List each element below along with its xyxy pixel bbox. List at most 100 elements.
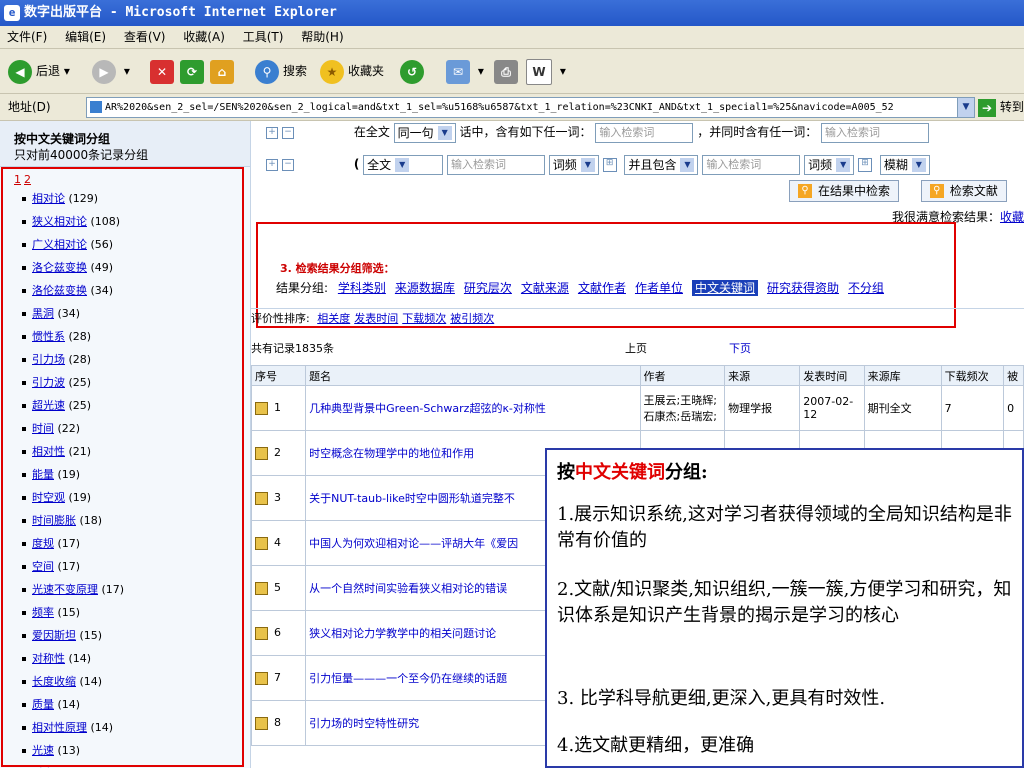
keyword-page-link[interactable]: 1 <box>14 173 21 186</box>
keyword-link[interactable]: 频率 <box>32 606 54 619</box>
sort-link[interactable]: 被引频次 <box>450 312 494 325</box>
star-icon: ★ <box>320 59 344 84</box>
group-by-link[interactable]: 来源数据库 <box>395 281 455 295</box>
keyword-link[interactable]: 广义相对论 <box>32 238 87 251</box>
frequency-select-2[interactable]: 词频 ▼ <box>804 154 855 175</box>
group-by-link[interactable]: 不分组 <box>848 281 884 295</box>
keyword-link[interactable]: 相对性 <box>32 445 65 458</box>
keyword-link[interactable]: 空间 <box>32 560 54 573</box>
keyword-link[interactable]: 对称性 <box>32 652 65 665</box>
field-input-2[interactable]: 输入检索词 <box>702 154 801 175</box>
document-icon[interactable] <box>255 581 268 595</box>
address-input[interactable]: AR%2020&sen_2_sel=/SEN%2020&sen_2_logica… <box>86 97 958 118</box>
group-by-link[interactable]: 中文关键词 <box>691 280 758 296</box>
group-by-link[interactable]: 学科类别 <box>338 281 386 295</box>
keyword-link[interactable]: 狭义相对论 <box>32 215 87 228</box>
keyword-link[interactable]: 爱因斯坦 <box>32 629 76 642</box>
search-documents-button[interactable]: ⚲ 检索文献 <box>920 179 1007 202</box>
freq-toggle-icon[interactable]: ⊞ <box>602 157 617 172</box>
keyword-page-link[interactable]: 2 <box>24 173 31 186</box>
keyword-link[interactable]: 引力波 <box>32 376 65 389</box>
address-dropdown[interactable]: ▼ <box>957 97 975 118</box>
menu-favorites[interactable]: 收藏(A) <box>183 30 225 44</box>
keyword-link[interactable]: 时空观 <box>32 491 65 504</box>
keyword-link[interactable]: 能量 <box>32 468 54 481</box>
refresh-button[interactable]: ⟳ <box>180 57 208 85</box>
add-row-icon[interactable]: + <box>266 158 278 171</box>
edit-button[interactable]: W ▾ <box>526 57 566 85</box>
menu-view[interactable]: 查看(V) <box>124 30 166 44</box>
keyword-link[interactable]: 质量 <box>32 698 54 711</box>
menu-file[interactable]: 文件(F) <box>7 30 47 44</box>
group-by-link[interactable]: 作者单位 <box>635 281 683 295</box>
sentence-scope-select[interactable]: 同一句 ▼ <box>393 122 456 143</box>
keyword-link[interactable]: 黑洞 <box>32 307 54 320</box>
column-header[interactable]: 作者 <box>639 365 726 386</box>
frequency-select[interactable]: 词频 ▼ <box>548 154 599 175</box>
keyword-link[interactable]: 长度收缩 <box>32 675 76 688</box>
column-header[interactable]: 下载频次 <box>940 365 1005 386</box>
match-mode-select[interactable]: 模糊 ▼ <box>879 154 930 175</box>
home-button[interactable]: ⌂ <box>210 57 238 85</box>
keyword-panel-title: 按中文关键词分组 <box>14 132 111 146</box>
keyword-link[interactable]: 时间 <box>32 422 54 435</box>
search-button[interactable]: ⚲ 搜索 <box>255 57 307 85</box>
keyword-link[interactable]: 相对性原理 <box>32 721 87 734</box>
menu-edit[interactable]: 编辑(E) <box>65 30 106 44</box>
sort-link[interactable]: 下载频次 <box>402 312 446 325</box>
document-icon[interactable] <box>255 446 268 460</box>
cell-title[interactable]: 几种典型背景中Green-Schwarz超弦的κ-对称性 <box>305 385 641 431</box>
group-by-link[interactable]: 文献作者 <box>578 281 626 295</box>
sort-link[interactable]: 相关度 <box>317 312 350 325</box>
keyword-link[interactable]: 光速 <box>32 744 54 757</box>
group-by-link[interactable]: 文献来源 <box>521 281 569 295</box>
keyword-link[interactable]: 超光速 <box>32 399 65 412</box>
forward-button[interactable]: ▶ ▾ <box>92 57 130 85</box>
keyword-link[interactable]: 引力场 <box>32 353 65 366</box>
logic-select[interactable]: 并且包含 ▼ <box>624 154 699 175</box>
column-header[interactable]: 来源库 <box>863 365 942 386</box>
document-icon[interactable] <box>255 491 268 505</box>
history-button[interactable]: ↺ <box>400 57 428 85</box>
search-in-results-button[interactable]: ⚲ 在结果中检索 <box>789 179 900 202</box>
keyword-input-2[interactable]: 输入检索词 <box>821 122 930 143</box>
column-header[interactable]: 来源 <box>724 365 801 386</box>
keyword-link[interactable]: 洛仑兹变换 <box>32 261 87 274</box>
save-results-link[interactable]: 收藏 <box>1000 210 1024 224</box>
menu-help[interactable]: 帮助(H) <box>301 30 343 44</box>
column-header[interactable]: 题名 <box>305 365 641 386</box>
keyword-input-1[interactable]: 输入检索词 <box>595 122 694 143</box>
keyword-link[interactable]: 时间膨胀 <box>32 514 76 527</box>
keyword-link[interactable]: 度规 <box>32 537 54 550</box>
sort-link[interactable]: 发表时间 <box>354 312 398 325</box>
group-by-link[interactable]: 研究获得资助 <box>767 281 839 295</box>
document-icon[interactable] <box>255 716 268 730</box>
print-button[interactable]: ⎙ <box>494 57 522 85</box>
mail-button[interactable]: ✉ ▾ <box>446 57 484 85</box>
field-input[interactable]: 输入检索词 <box>446 154 545 175</box>
field-select[interactable]: 全文 ▼ <box>363 154 444 175</box>
column-header[interactable]: 被 <box>1003 365 1024 386</box>
go-button[interactable]: ➔ 转到 <box>978 94 1024 120</box>
stop-button[interactable]: ✕ <box>150 57 178 85</box>
column-header[interactable]: 序号 <box>250 365 307 386</box>
group-by-link[interactable]: 研究层次 <box>464 281 512 295</box>
document-icon[interactable] <box>255 626 268 640</box>
keyword-link[interactable]: 洛伦兹变换 <box>32 284 87 297</box>
back-button[interactable]: ◀ 后退 ▾ <box>8 57 70 85</box>
menu-tools[interactable]: 工具(T) <box>243 30 284 44</box>
keyword-link[interactable]: 光速不变原理 <box>32 583 98 596</box>
keyword-link[interactable]: 相对论 <box>32 192 65 205</box>
document-icon[interactable] <box>255 536 268 550</box>
remove-row-icon[interactable]: − <box>282 158 294 171</box>
document-icon[interactable] <box>255 401 268 415</box>
add-row-icon[interactable]: + <box>266 126 278 139</box>
keyword-link[interactable]: 惯性系 <box>32 330 65 343</box>
favorites-button[interactable]: ★ 收藏夹 <box>320 57 384 85</box>
document-icon[interactable] <box>255 671 268 685</box>
next-page-link[interactable]: 下页 <box>729 339 751 359</box>
freq-toggle-icon[interactable]: ⊞ <box>857 157 872 172</box>
prev-page-link[interactable]: 上页 <box>625 339 647 359</box>
column-header[interactable]: 发表时间 <box>799 365 865 386</box>
remove-row-icon[interactable]: − <box>282 126 294 139</box>
